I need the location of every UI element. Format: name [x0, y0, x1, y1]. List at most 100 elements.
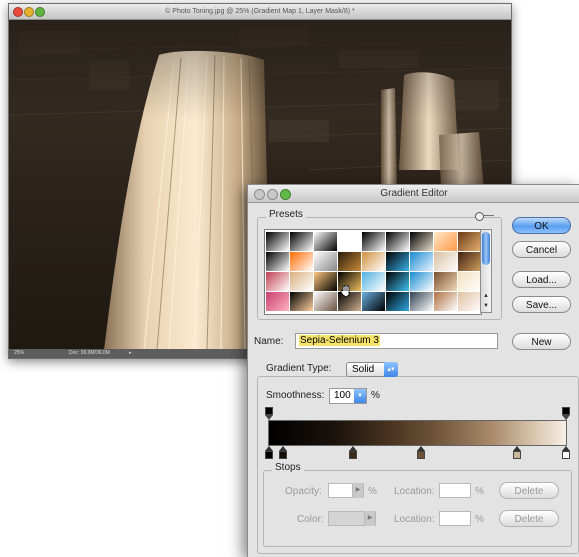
color-swatch-field[interactable]: ▶ — [328, 511, 376, 526]
color-stop-4[interactable] — [416, 446, 425, 459]
gradient-editor-dialog: Gradient Editor Presets ▲ ▼ OK Cancel Lo… — [247, 184, 579, 557]
preset-swatch[interactable] — [290, 272, 313, 291]
presets-menu-icon[interactable] — [475, 212, 484, 221]
smoothness-field[interactable]: 100 ▼ — [329, 388, 367, 404]
zoom-level[interactable]: 25% — [14, 349, 24, 358]
color-label: Color: — [297, 514, 324, 525]
color-stop-1[interactable] — [264, 446, 273, 459]
document-title: © Photo Toning.jpg @ 25% (Gradient Map 1… — [165, 8, 355, 15]
updown-arrow-icon: ▴▾ — [384, 362, 398, 377]
stops-label: Stops — [272, 462, 304, 473]
preset-swatch[interactable] — [386, 272, 409, 291]
preset-swatch[interactable] — [290, 232, 313, 251]
opacity-delete-button[interactable]: Delete — [499, 482, 559, 499]
preset-swatch[interactable] — [314, 292, 337, 311]
preset-swatch[interactable] — [386, 252, 409, 271]
preset-swatch[interactable] — [266, 252, 289, 271]
preset-swatch[interactable] — [362, 252, 385, 271]
color-stop-2-box — [279, 451, 287, 459]
gradient-type-label: Gradient Type: — [263, 363, 335, 374]
presets-label: Presets — [266, 209, 306, 220]
preset-swatch[interactable] — [458, 292, 481, 311]
cancel-button[interactable]: Cancel — [512, 241, 571, 258]
smoothness-dropdown-icon[interactable]: ▼ — [354, 389, 366, 403]
color-stop-5[interactable] — [512, 446, 521, 459]
status-arrow-icon[interactable]: ▸ — [129, 349, 132, 358]
preset-swatch[interactable] — [362, 272, 385, 291]
color-stop-5-box — [513, 451, 521, 459]
color-stop-3[interactable] — [348, 446, 357, 459]
opacity-location-field[interactable] — [439, 483, 471, 498]
color-stop-3-box — [349, 451, 357, 459]
new-button[interactable]: New — [512, 333, 571, 350]
gradient-type-value: Solid — [352, 364, 375, 375]
gradient-name-field[interactable]: Sepia-Selenium 3 — [295, 333, 498, 349]
opacity-field[interactable]: ▶ — [328, 483, 364, 498]
preset-swatch[interactable] — [314, 232, 337, 251]
color-stop-2[interactable] — [278, 446, 287, 459]
preset-swatch[interactable] — [434, 272, 457, 291]
preset-swatch[interactable] — [386, 292, 409, 311]
color-stop-6-box — [562, 451, 570, 459]
preset-swatch[interactable] — [458, 232, 481, 251]
opacity-stop-left[interactable] — [264, 407, 273, 420]
load-button[interactable]: Load... — [512, 271, 571, 288]
preset-swatch[interactable] — [338, 232, 361, 251]
preset-swatch[interactable] — [458, 252, 481, 271]
preset-swatch[interactable] — [434, 292, 457, 311]
preset-swatch[interactable] — [410, 252, 433, 271]
color-stop-1-box — [265, 451, 273, 459]
preset-swatch[interactable] — [314, 272, 337, 291]
preset-swatch[interactable] — [410, 292, 433, 311]
color-location-field[interactable] — [439, 511, 471, 526]
preset-swatch[interactable] — [266, 232, 289, 251]
gradient-preview-bar[interactable] — [268, 420, 567, 446]
opacity-location-percent: % — [475, 486, 484, 497]
gradient-name-value: Sepia-Selenium 3 — [299, 335, 380, 346]
opacity-stop-right-box — [562, 407, 570, 415]
close-button[interactable] — [13, 7, 23, 17]
preset-swatch[interactable] — [362, 232, 385, 251]
preset-swatch[interactable] — [290, 292, 313, 311]
opacity-stop-right[interactable] — [561, 407, 570, 420]
opacity-percent: % — [368, 486, 377, 497]
color-location-label: Location: — [394, 514, 435, 525]
presets-swatch-grid[interactable] — [264, 229, 482, 315]
hand-cursor-icon — [340, 285, 350, 298]
scroll-up-arrow-icon[interactable]: ▲ — [481, 292, 491, 301]
opacity-stop-left-box — [265, 407, 273, 415]
preset-swatch[interactable] — [386, 232, 409, 251]
color-delete-button[interactable]: Delete — [499, 510, 559, 527]
preset-swatch[interactable] — [434, 232, 457, 251]
ok-button[interactable]: OK — [512, 217, 571, 234]
name-label: Name: — [254, 336, 284, 347]
scroll-thumb[interactable] — [482, 232, 490, 265]
color-stop-4-box — [417, 451, 425, 459]
presets-scrollbar[interactable]: ▲ ▼ — [480, 229, 492, 313]
dialog-titlebar: Gradient Editor — [248, 185, 579, 203]
smoothness-value: 100 — [334, 390, 351, 401]
preset-swatch[interactable] — [410, 272, 433, 291]
zoom-button[interactable] — [35, 7, 45, 17]
opacity-dropdown-icon[interactable]: ▶ — [352, 483, 363, 498]
preset-swatch[interactable] — [338, 252, 361, 271]
preset-swatch[interactable] — [362, 292, 385, 311]
opacity-location-label: Location: — [394, 486, 435, 497]
dialog-title: Gradient Editor — [380, 188, 448, 199]
opacity-label: Opacity: — [285, 486, 322, 497]
preset-swatch[interactable] — [314, 252, 337, 271]
preset-swatch[interactable] — [458, 272, 481, 291]
smoothness-label: Smoothness: — [266, 390, 325, 401]
save-button[interactable]: Save... — [512, 296, 571, 313]
color-location-percent: % — [475, 514, 484, 525]
preset-swatch[interactable] — [266, 292, 289, 311]
minimize-button[interactable] — [24, 7, 34, 17]
color-stop-6[interactable] — [561, 446, 570, 459]
scroll-down-arrow-icon[interactable]: ▼ — [481, 302, 491, 311]
preset-swatch[interactable] — [434, 252, 457, 271]
preset-swatch[interactable] — [410, 232, 433, 251]
gradient-type-select[interactable]: Solid ▴▾ — [346, 362, 398, 377]
preset-swatch[interactable] — [290, 252, 313, 271]
preset-swatch[interactable] — [266, 272, 289, 291]
color-dropdown-icon[interactable]: ▶ — [364, 511, 375, 526]
